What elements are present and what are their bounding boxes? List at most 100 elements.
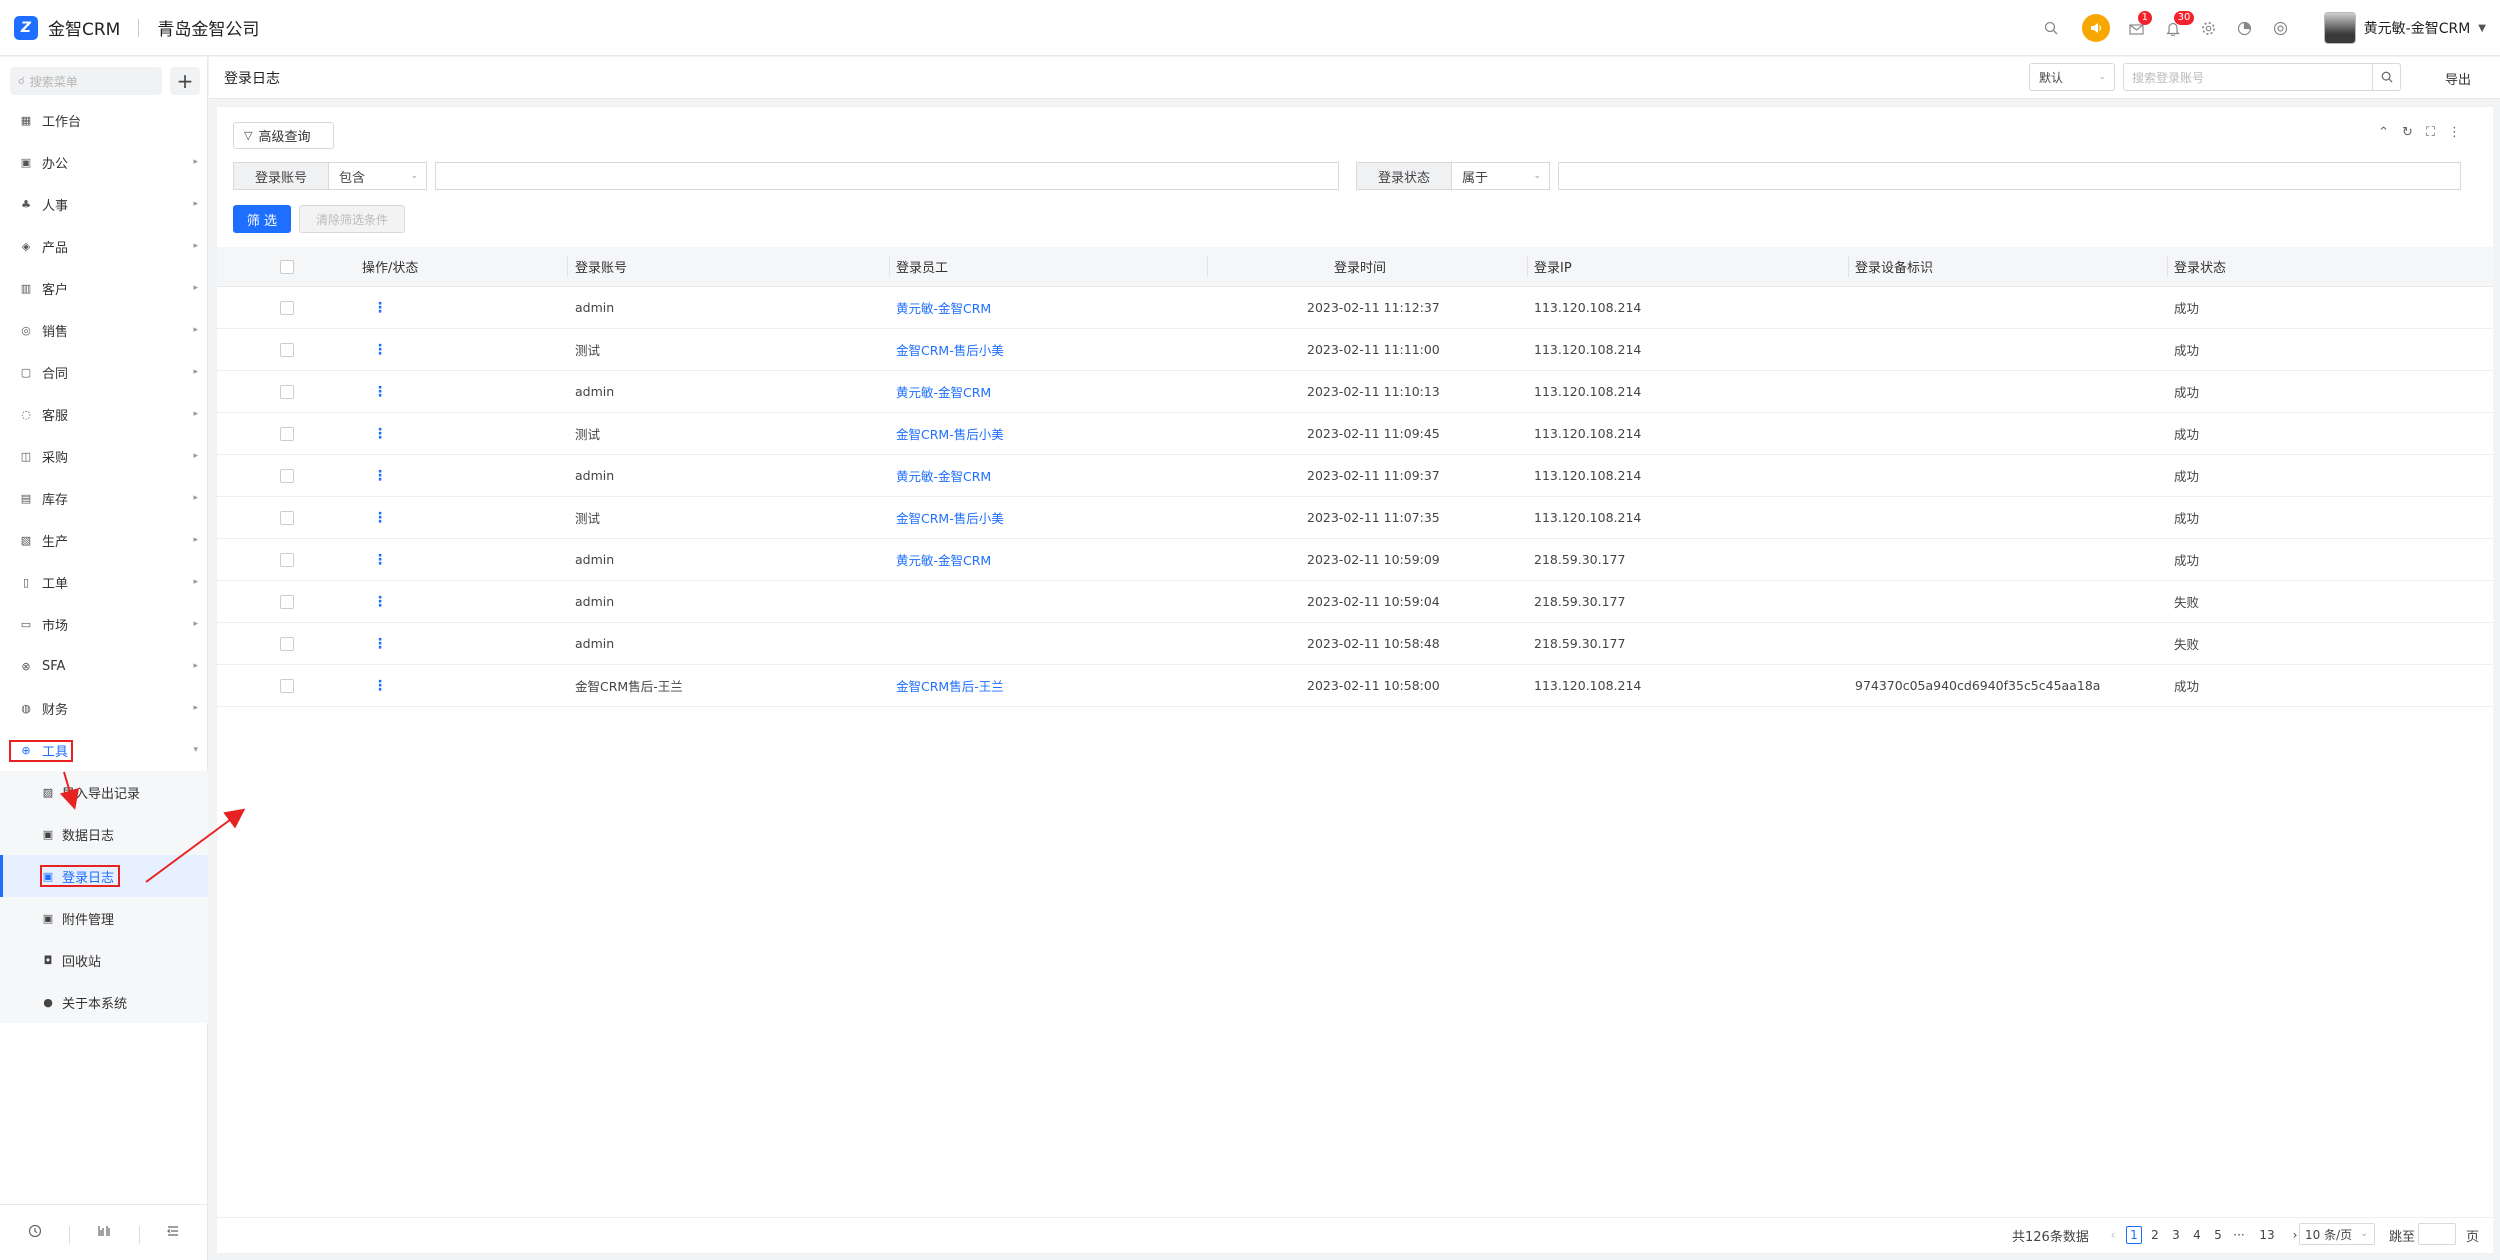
row-actions-icon[interactable]: ⋮ bbox=[373, 665, 387, 706]
table-row[interactable]: ⋮ admin 黄元敏-金智CRM 2023-02-11 11:09:37 113.12… bbox=[217, 455, 2493, 497]
submenu-item-2[interactable]: ▣ 登录日志 bbox=[0, 855, 208, 897]
export-button[interactable]: 导出 bbox=[2445, 69, 2471, 88]
submenu-item-5[interactable]: ● 关于本系统 bbox=[0, 981, 208, 1023]
chevron-down-icon[interactable]: ▼ bbox=[2478, 23, 2486, 34]
row-actions-icon[interactable]: ⋮ bbox=[373, 539, 387, 580]
collapse-icon[interactable]: ⌃ bbox=[2378, 125, 2389, 140]
prev-page-button[interactable]: ‹ bbox=[2105, 1226, 2121, 1244]
page-1[interactable]: 1 bbox=[2126, 1226, 2142, 1244]
row-checkbox[interactable] bbox=[280, 371, 294, 412]
status-operator-select[interactable]: 属于 ⌄ bbox=[1452, 162, 1550, 190]
advanced-query-button[interactable]: ▽ 高级查询 bbox=[233, 122, 334, 149]
row-checkbox[interactable] bbox=[280, 329, 294, 370]
bell-icon[interactable]: 30 bbox=[2156, 11, 2195, 45]
add-menu-button[interactable]: + bbox=[170, 67, 200, 95]
row-actions-icon[interactable]: ⋮ bbox=[373, 287, 387, 328]
row-checkbox[interactable] bbox=[280, 413, 294, 454]
fullscreen-icon[interactable]: ⛶ bbox=[2426, 125, 2435, 140]
jump-page-input[interactable] bbox=[2418, 1223, 2456, 1245]
row-actions-icon[interactable]: ⋮ bbox=[373, 413, 387, 454]
table-row[interactable]: ⋮ admin 黄元敏-金智CRM 2023-02-11 11:12:37 113.12… bbox=[217, 287, 2493, 329]
submenu-item-1[interactable]: ▣ 数据日志 bbox=[0, 813, 208, 855]
table-row[interactable]: ⋮ admin 2023-02-11 10:59:04 218.59.30.177 失败 bbox=[217, 581, 2493, 623]
table-row[interactable]: ⋮ 测试 金智CRM-售后小美 2023-02-11 11:11:00 113.120.… bbox=[217, 329, 2493, 371]
gear-icon[interactable] bbox=[2192, 11, 2226, 45]
account-operator-select[interactable]: 包含 ⌄ bbox=[329, 162, 427, 190]
cell-employee[interactable]: 金智CRM-售后小美 bbox=[896, 413, 1004, 454]
cell-employee[interactable]: 黄元敏-金智CRM bbox=[896, 287, 991, 328]
submenu-item-0[interactable]: ▨ 导入导出记录 bbox=[0, 771, 208, 813]
row-checkbox[interactable] bbox=[280, 497, 294, 538]
columns-icon[interactable] bbox=[69, 1224, 138, 1244]
col-header-ip[interactable]: 登录IP bbox=[1534, 247, 1572, 286]
account-search-input[interactable]: 搜索登录账号 bbox=[2123, 63, 2373, 91]
app-name[interactable]: 金智CRM bbox=[48, 15, 120, 40]
row-actions-icon[interactable]: ⋮ bbox=[373, 371, 387, 412]
cell-employee[interactable]: 金智CRM售后-王兰 bbox=[896, 665, 1004, 706]
page-5[interactable]: 5 bbox=[2210, 1226, 2226, 1244]
page-···[interactable]: ··· bbox=[2231, 1226, 2247, 1244]
sidebar-item-1[interactable]: ▣ 办公 ▸ bbox=[0, 141, 208, 183]
menu-search-input[interactable]: ☌ 搜索菜单 bbox=[10, 67, 162, 95]
col-header-device[interactable]: 登录设备标识 bbox=[1855, 247, 1933, 286]
account-filter-input[interactable] bbox=[435, 162, 1339, 190]
sidebar-item-10[interactable]: ▧ 生产 ▸ bbox=[0, 519, 208, 561]
search-button[interactable] bbox=[2373, 63, 2401, 91]
filter-button[interactable]: 筛 选 bbox=[233, 205, 291, 233]
cell-employee[interactable]: 金智CRM-售后小美 bbox=[896, 497, 1004, 538]
sidebar-item-5[interactable]: ◎ 销售 ▸ bbox=[0, 309, 208, 351]
clear-filter-button[interactable]: 清除筛选条件 bbox=[299, 205, 405, 233]
sidebar-item-8[interactable]: ◫ 采购 ▸ bbox=[0, 435, 208, 477]
table-row[interactable]: ⋮ 测试 金智CRM-售后小美 2023-02-11 11:07:35 113.120.… bbox=[217, 497, 2493, 539]
sidebar-item-13[interactable]: ⊗ SFA ▸ bbox=[0, 645, 208, 687]
row-checkbox[interactable] bbox=[280, 623, 294, 664]
page-4[interactable]: 4 bbox=[2189, 1226, 2205, 1244]
table-row[interactable]: ⋮ admin 黄元敏-金智CRM 2023-02-11 11:10:13 113.12… bbox=[217, 371, 2493, 413]
search-icon[interactable] bbox=[2034, 11, 2068, 45]
table-row[interactable]: ⋮ admin 2023-02-11 10:58:48 218.59.30.177 失败 bbox=[217, 623, 2493, 665]
view-select[interactable]: 默认 ⌄ bbox=[2029, 63, 2115, 91]
status-filter-input[interactable] bbox=[1558, 162, 2461, 190]
row-actions-icon[interactable]: ⋮ bbox=[373, 455, 387, 496]
table-row[interactable]: ⋮ 金智CRM售后-王兰 金智CRM售后-王兰 2023-02-11 10:58:00… bbox=[217, 665, 2493, 707]
sidebar-item-3[interactable]: ◈ 产品 ▸ bbox=[0, 225, 208, 267]
more-icon[interactable]: ⋮ bbox=[2448, 125, 2461, 140]
cell-employee[interactable]: 黄元敏-金智CRM bbox=[896, 539, 991, 580]
col-header-employee[interactable]: 登录员工 bbox=[896, 247, 948, 286]
submenu-item-3[interactable]: ▣ 附件管理 bbox=[0, 897, 208, 939]
row-actions-icon[interactable]: ⋮ bbox=[373, 329, 387, 370]
app-logo-icon[interactable]: Z bbox=[14, 15, 38, 40]
row-checkbox[interactable] bbox=[280, 455, 294, 496]
sidebar-item-15[interactable]: ⊕ 工具 ▾ bbox=[0, 729, 208, 771]
collapse-menu-icon[interactable] bbox=[138, 1224, 208, 1244]
cell-employee[interactable]: 黄元敏-金智CRM bbox=[896, 455, 991, 496]
page-size-select[interactable]: 10 条/页 ⌄ bbox=[2299, 1223, 2375, 1245]
sidebar-item-2[interactable]: ♣ 人事 ▸ bbox=[0, 183, 208, 225]
page-13[interactable]: 13 bbox=[2259, 1226, 2275, 1244]
row-actions-icon[interactable]: ⋮ bbox=[373, 623, 387, 664]
row-actions-icon[interactable]: ⋮ bbox=[373, 497, 387, 538]
cell-employee[interactable]: 黄元敏-金智CRM bbox=[896, 371, 991, 412]
row-checkbox[interactable] bbox=[280, 581, 294, 622]
page-3[interactable]: 3 bbox=[2168, 1226, 2184, 1244]
sidebar-item-0[interactable]: ▦ 工作台 bbox=[0, 99, 208, 141]
sidebar-item-9[interactable]: ▤ 库存 ▸ bbox=[0, 477, 208, 519]
col-header-account[interactable]: 登录账号 bbox=[575, 247, 627, 286]
help-icon[interactable] bbox=[2264, 11, 2298, 45]
table-row[interactable]: ⋮ admin 黄元敏-金智CRM 2023-02-11 10:59:09 218.59… bbox=[217, 539, 2493, 581]
chart-icon[interactable] bbox=[2228, 11, 2262, 45]
sidebar-item-11[interactable]: ▯ 工单 ▸ bbox=[0, 561, 208, 603]
col-header-status[interactable]: 登录状态 bbox=[2174, 247, 2226, 286]
table-row[interactable]: ⋮ 测试 金智CRM-售后小美 2023-02-11 11:09:45 113.120.… bbox=[217, 413, 2493, 455]
col-header-time[interactable]: 登录时间 bbox=[1334, 247, 1386, 286]
avatar[interactable] bbox=[2323, 12, 2356, 44]
page-2[interactable]: 2 bbox=[2147, 1226, 2163, 1244]
refresh-icon[interactable]: ↻ bbox=[2402, 125, 2413, 140]
row-checkbox[interactable] bbox=[280, 287, 294, 328]
sidebar-item-7[interactable]: ◌ 客服 ▸ bbox=[0, 393, 208, 435]
sidebar-item-12[interactable]: ▭ 市场 ▸ bbox=[0, 603, 208, 645]
select-all-checkbox[interactable] bbox=[280, 247, 294, 286]
sidebar-item-14[interactable]: ◍ 财务 ▸ bbox=[0, 687, 208, 729]
row-checkbox[interactable] bbox=[280, 665, 294, 706]
sidebar-item-4[interactable]: ▥ 客户 ▸ bbox=[0, 267, 208, 309]
